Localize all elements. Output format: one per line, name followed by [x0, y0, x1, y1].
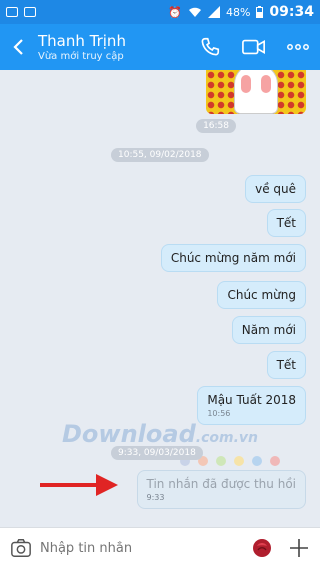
status-bar: ⏰ 48% 09:34 [0, 0, 320, 24]
notification-icon [24, 7, 36, 17]
download-watermark: Download.com.vn [0, 420, 320, 448]
notification-icons [6, 7, 36, 17]
contact-name: Thanh Trịnh [38, 32, 126, 50]
chat-messages[interactable]: 16:58 10:55, 09/02/2018 về quê Tết Chúc … [0, 70, 320, 527]
notification-icon [6, 7, 18, 17]
clock: 09:34 [269, 4, 314, 20]
battery-level: 48% [225, 5, 251, 19]
chat-header: Thanh Trịnh Vừa mới truy cập [0, 24, 320, 70]
contact-status: Vừa mới truy cập [38, 51, 124, 62]
video-camera-icon [242, 39, 265, 55]
date-divider: 9:33, 09/03/2018 [111, 446, 203, 460]
message-text: Chúc mừng năm mới [170, 251, 296, 265]
voice-call-button[interactable] [198, 35, 222, 59]
message-text: Tết [276, 358, 296, 372]
chevron-left-icon [13, 39, 23, 55]
video-call-button[interactable] [242, 35, 266, 59]
message-input-bar [0, 527, 320, 568]
more-options-button[interactable] [286, 35, 310, 59]
message-text: Chúc mừng [227, 288, 296, 302]
message-text: Năm mới [241, 323, 296, 337]
contact-info[interactable]: Thanh Trịnh Vừa mới truy cập [38, 32, 126, 62]
message-bubble[interactable]: Chúc mừng năm mới [160, 244, 306, 272]
phone-icon [201, 37, 220, 56]
message-time: 10:56 [207, 409, 231, 418]
message-bubble[interactable]: Năm mới [231, 316, 306, 344]
message-text: Mậu Tuất 2018 [207, 393, 296, 407]
sticker-message[interactable] [206, 70, 306, 114]
message-input[interactable] [40, 540, 230, 556]
watermark-main: Download [62, 420, 196, 448]
battery-icon [256, 6, 264, 18]
rose-sticker-icon[interactable] [250, 536, 274, 560]
sticker-time: 16:58 [196, 119, 236, 133]
bunny-sticker-image [234, 70, 278, 114]
signal-icon [207, 6, 220, 18]
message-text: về quê [255, 182, 296, 196]
alarm-icon: ⏰ [168, 5, 182, 19]
message-bubble[interactable]: về quê [245, 175, 306, 203]
date-divider: 10:55, 09/02/2018 [111, 148, 209, 162]
message-text: Tết [276, 216, 296, 230]
watermark-suffix: .com.vn [195, 430, 258, 446]
wifi-icon [188, 7, 201, 17]
message-time: 9:33 [146, 493, 165, 502]
red-arrow-icon [40, 474, 118, 496]
more-dots-icon [287, 44, 309, 50]
message-bubble[interactable]: Chúc mừng [217, 281, 306, 309]
recalled-text: Tin nhắn đã được thu hồi [146, 477, 296, 491]
message-bubble[interactable]: Tết [266, 209, 306, 237]
recalled-message[interactable]: Tin nhắn đã được thu hồi 9:33 [136, 470, 306, 509]
add-attachment-button[interactable] [288, 537, 310, 559]
back-button[interactable] [0, 24, 36, 70]
camera-button[interactable] [10, 537, 32, 559]
message-bubble[interactable]: Tết [266, 351, 306, 379]
